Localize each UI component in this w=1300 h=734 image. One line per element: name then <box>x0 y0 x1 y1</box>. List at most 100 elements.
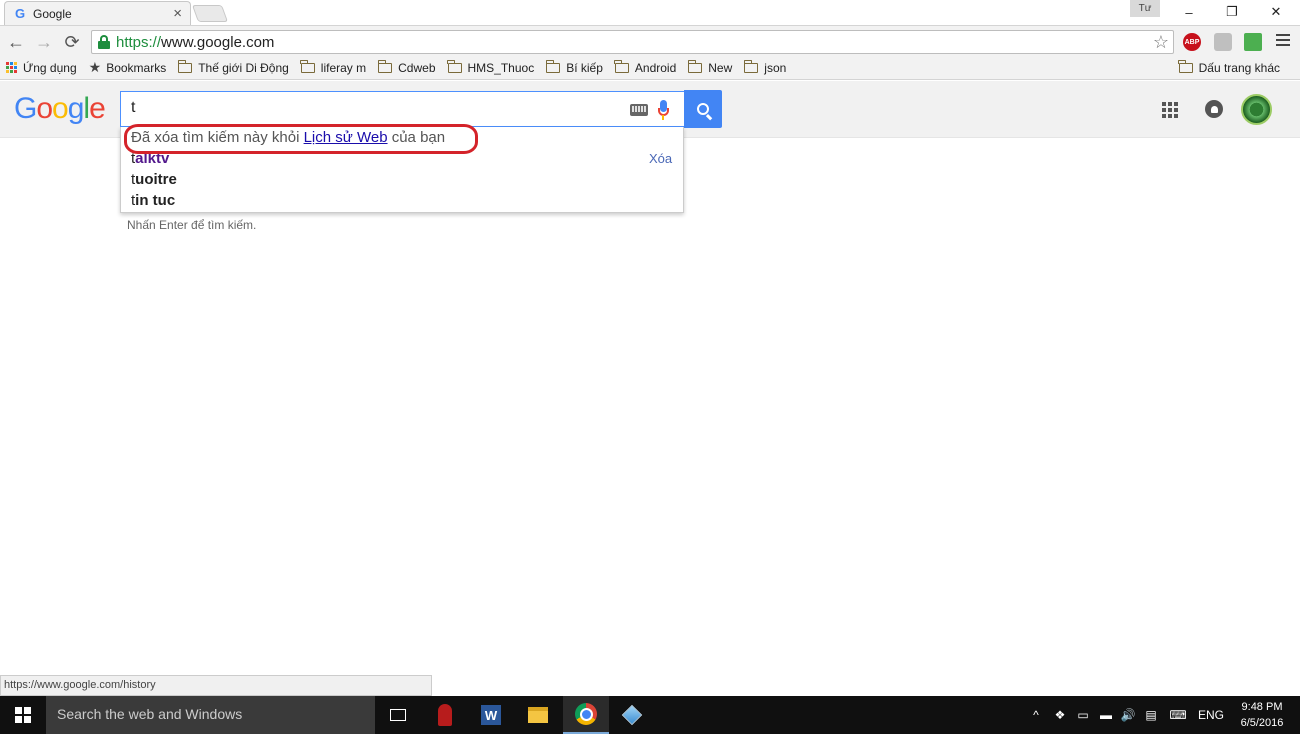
press-enter-hint: Nhấn Enter để tìm kiếm. <box>127 218 257 232</box>
account-avatar[interactable] <box>1241 94 1272 125</box>
photo-extension-icon[interactable] <box>1244 33 1262 51</box>
suggestion-completion: alktv <box>135 150 170 167</box>
cube-app-icon <box>621 704 643 726</box>
folder-icon <box>545 59 561 73</box>
bookmark-folder[interactable]: HMS_Thuoc <box>447 59 535 75</box>
logo-letter: o <box>36 92 53 125</box>
bookmark-folder-label: Bí kiếp <box>566 60 603 75</box>
web-history-link[interactable]: Lịch sử Web <box>304 129 388 146</box>
shield-extension-icon[interactable] <box>1214 33 1232 51</box>
folder-icon <box>300 59 315 73</box>
taskbar-app-explorer[interactable] <box>515 696 561 734</box>
remove-suggestion-link[interactable]: Xóa <box>649 151 672 166</box>
google-apps-icon[interactable] <box>1162 102 1178 118</box>
link-status-bar: https://www.google.com/history <box>0 675 432 696</box>
notifications-bell-icon[interactable] <box>1205 100 1223 118</box>
folder-icon <box>687 59 703 73</box>
lock-icon[interactable] <box>98 35 110 49</box>
chrome-menu-icon[interactable] <box>1276 34 1290 49</box>
bookmarks-bar: Ứng dụng ★ Bookmarks Thế giới Di Động li… <box>0 56 1300 80</box>
restore-button[interactable]: ❐ <box>1209 0 1255 24</box>
bookmark-folder[interactable]: liferay m <box>300 59 367 75</box>
show-hidden-icons-chevron-icon[interactable]: ^ <box>1027 696 1045 734</box>
suggestion-item[interactable]: talktv <box>131 150 169 167</box>
bookmark-folder-label: liferay m <box>320 60 367 75</box>
windows-taskbar: Search the web and Windows W ^ ❖ ▭ ▬ 🔊 ▤… <box>0 696 1300 734</box>
bookmark-folder[interactable]: json <box>743 59 787 75</box>
tab-close-icon[interactable]: × <box>173 5 182 22</box>
folder-icon <box>743 59 759 73</box>
address-bar[interactable]: https:// www.google.com ☆ <box>91 30 1174 54</box>
bookmark-folder[interactable]: Android <box>614 59 676 75</box>
suggestion-completion: uoitre <box>135 171 177 188</box>
other-bookmarks-label: Dấu trang khác <box>1198 61 1280 75</box>
battery-icon[interactable]: ▬ <box>1096 696 1116 734</box>
suggestion-item[interactable]: tuoitre <box>131 171 177 188</box>
back-button[interactable]: ← <box>5 31 27 53</box>
word-icon: W <box>481 705 501 725</box>
tab-title: Google <box>33 6 72 21</box>
bookmark-apps[interactable]: Ứng dụng <box>6 61 77 75</box>
taskbar-app-virtualbox[interactable] <box>609 696 655 734</box>
bookmark-folder-label: HMS_Thuoc <box>467 60 535 75</box>
reload-button[interactable]: ⟳ <box>61 31 83 53</box>
url-host: www.google.com <box>161 33 275 51</box>
notice-text-end: của bạn <box>387 129 446 146</box>
dropbox-icon[interactable]: ❖ <box>1050 696 1070 734</box>
forward-button[interactable]: → <box>33 31 55 53</box>
network-icon[interactable]: ▭ <box>1073 696 1093 734</box>
search-input[interactable]: t <box>120 91 684 127</box>
folder-icon <box>447 59 462 73</box>
bookmark-folder[interactable]: Bí kiếp <box>545 59 603 75</box>
minimize-button[interactable]: – <box>1166 0 1212 24</box>
folder-icon <box>614 59 629 73</box>
bookmark-folder[interactable]: Thế giới Di Động <box>177 59 289 75</box>
input-language[interactable]: ENG <box>1195 696 1227 734</box>
browser-tab[interactable]: G Google × <box>4 1 191 25</box>
search-button[interactable] <box>684 90 722 128</box>
character-app-icon <box>438 704 452 726</box>
action-center-icon[interactable]: ▤ <box>1141 696 1161 734</box>
apps-grid-icon <box>6 62 17 73</box>
suggestion-completion: in tuc <box>135 192 176 209</box>
taskbar-clock[interactable]: 9:48 PM 6/5/2016 <box>1232 699 1292 731</box>
google-logo[interactable]: Google <box>14 92 106 126</box>
profile-user-chip[interactable]: Tư <box>1130 0 1160 17</box>
logo-letter: G <box>14 92 37 125</box>
taskbar-app-word[interactable]: W <box>468 696 514 734</box>
chrome-icon <box>575 703 597 725</box>
file-explorer-icon <box>528 707 548 723</box>
logo-letter: g <box>67 92 85 125</box>
adblock-plus-icon[interactable]: ABP <box>1183 33 1201 51</box>
bookmark-bookmarks-label: Bookmarks <box>106 60 167 75</box>
other-bookmarks[interactable]: Dấu trang khác <box>1178 56 1280 80</box>
bookmark-bookmarks[interactable]: ★ Bookmarks <box>89 59 167 76</box>
google-favicon-icon: G <box>14 6 26 21</box>
new-tab-button[interactable] <box>191 5 229 22</box>
search-query: t <box>131 99 136 116</box>
volume-icon[interactable]: 🔊 <box>1118 696 1138 734</box>
bookmark-star-icon[interactable]: ☆ <box>1153 32 1169 53</box>
bookmark-folder-label: New <box>708 60 733 75</box>
bookmark-folder[interactable]: New <box>687 59 733 75</box>
keyboard-icon[interactable] <box>630 104 648 116</box>
removed-from-history-notice: Đã xóa tìm kiếm này khỏi Lịch sử Web của… <box>131 129 445 146</box>
touch-keyboard-icon[interactable]: ⌨ <box>1166 696 1190 734</box>
bookmark-folder[interactable]: Cdweb <box>377 59 436 75</box>
taskbar-search-box[interactable]: Search the web and Windows <box>46 696 375 734</box>
title-bar: G Google × Tư – ❐ ✕ <box>0 0 1300 25</box>
notice-text: Đã xóa tìm kiếm này khỏi <box>131 129 304 146</box>
windows-start-icon[interactable] <box>15 707 31 723</box>
suggestion-item[interactable]: tin tuc <box>131 192 175 209</box>
task-view-button[interactable] <box>375 696 421 734</box>
taskbar-app-avatar[interactable] <box>422 696 468 734</box>
url-scheme: https:// <box>116 33 162 51</box>
taskbar-app-chrome[interactable] <box>563 696 609 734</box>
folder-icon <box>177 59 193 73</box>
clock-time: 9:48 PM <box>1241 701 1283 713</box>
close-window-button[interactable]: ✕ <box>1253 0 1299 24</box>
folder-icon <box>377 59 393 73</box>
bookmark-folder-label: json <box>764 60 787 75</box>
microphone-icon[interactable] <box>658 100 669 120</box>
clock-date: 6/5/2016 <box>1240 717 1284 729</box>
